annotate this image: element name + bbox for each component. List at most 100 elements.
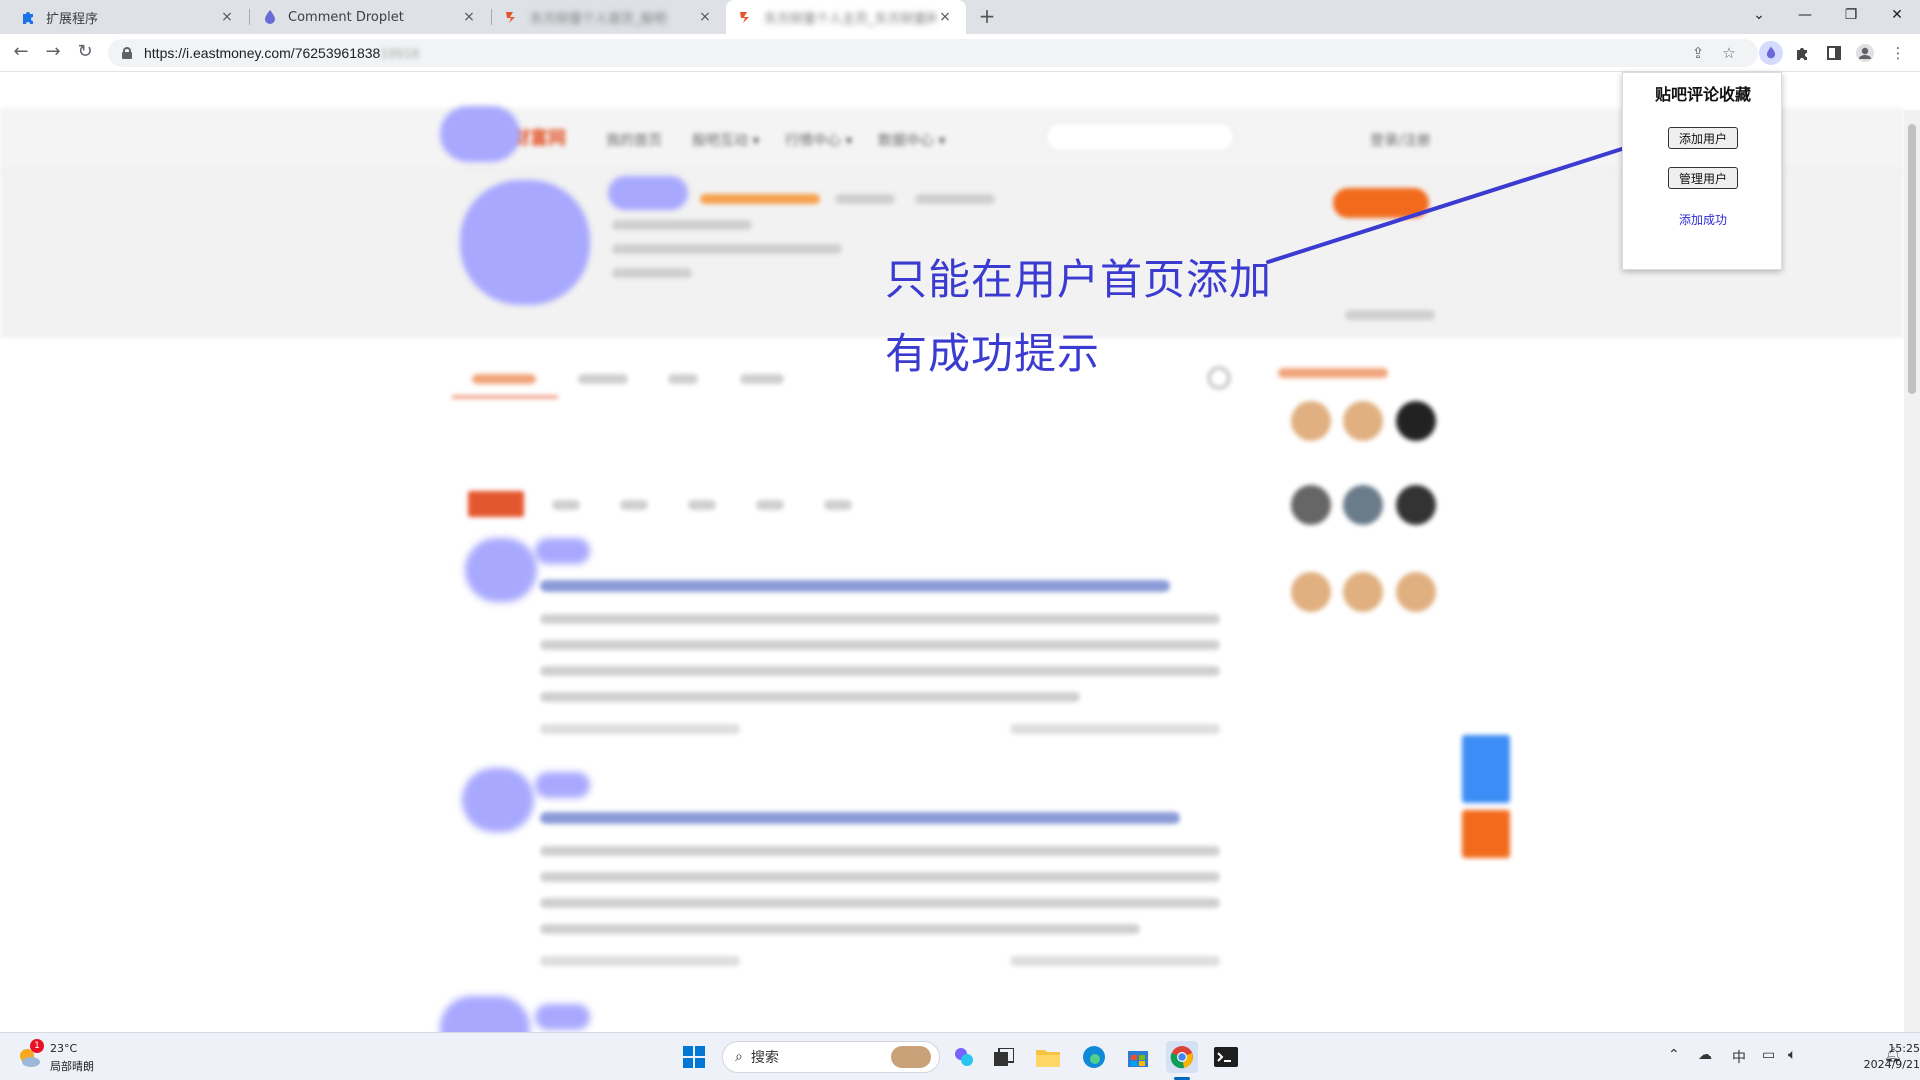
- taskbar-search[interactable]: ⌕ 搜索: [722, 1041, 940, 1073]
- puzzle-icon: [20, 9, 36, 25]
- browser-toolbar: ← → ↻ https://i.eastmoney.com/7625396183…: [0, 34, 1920, 72]
- tab-item[interactable]: [578, 374, 628, 384]
- network-icon[interactable]: ▭: [1762, 1047, 1775, 1063]
- user-avatar[interactable]: [1291, 401, 1331, 441]
- annotation-line-1: 只能在用户首页添加: [885, 255, 1273, 304]
- user-avatar[interactable]: [1396, 572, 1436, 612]
- site-logo[interactable]: 财富网: [512, 124, 566, 150]
- post-avatar: [465, 538, 537, 602]
- tab-strip: 扩展程序 × Comment Droplet × 东方财富个人首页_股吧 × 东…: [0, 0, 1920, 34]
- kebab-menu-icon[interactable]: ⋮: [1888, 43, 1908, 63]
- restore-button[interactable]: ❐: [1828, 0, 1874, 30]
- copilot-icon[interactable]: [948, 1041, 980, 1073]
- post-actions: [1010, 724, 1220, 734]
- filter-option[interactable]: [620, 500, 648, 510]
- onedrive-icon[interactable]: ☁: [1698, 1047, 1712, 1063]
- lock-icon[interactable]: [122, 47, 132, 59]
- post-body: [540, 898, 1220, 908]
- user-avatar[interactable]: [1396, 485, 1436, 525]
- weather-description[interactable]: 局部晴朗: [50, 1058, 94, 1074]
- user-avatar[interactable]: [1343, 485, 1383, 525]
- follow-button[interactable]: [1333, 188, 1429, 218]
- tab-extensions[interactable]: 扩展程序 ×: [8, 0, 248, 34]
- nav-link[interactable]: 数据中心 ▾: [878, 130, 945, 150]
- add-user-button[interactable]: 添加用户: [1668, 127, 1738, 149]
- rating-stars: [700, 194, 820, 204]
- profile-avatar-icon[interactable]: [1855, 43, 1875, 63]
- ime-indicator[interactable]: 中: [1732, 1047, 1746, 1067]
- post-author: [535, 538, 590, 564]
- filter-option[interactable]: [688, 500, 716, 510]
- float-feedback-button[interactable]: [1462, 810, 1510, 858]
- nav-link[interactable]: 我的首页: [606, 130, 662, 150]
- manage-users-button[interactable]: 管理用户: [1668, 167, 1738, 189]
- profile-stat: [612, 244, 842, 254]
- post-title[interactable]: [540, 812, 1180, 824]
- user-avatar[interactable]: [1396, 401, 1436, 441]
- windows-start-icon[interactable]: [678, 1041, 710, 1073]
- close-window-button[interactable]: ✕: [1874, 0, 1920, 30]
- tab-search-button[interactable]: ⌄: [1736, 0, 1782, 30]
- user-avatar[interactable]: [1291, 485, 1331, 525]
- tab-item[interactable]: [740, 374, 784, 384]
- tab-comment-droplet[interactable]: Comment Droplet ×: [250, 0, 490, 34]
- tab-eastmoney-guba[interactable]: 东方财富个人首页_股吧 ×: [492, 0, 726, 34]
- float-service-button[interactable]: [1462, 735, 1510, 803]
- extensions-puzzle-icon[interactable]: [1792, 43, 1812, 63]
- close-icon[interactable]: ×: [218, 9, 236, 25]
- eastmoney-logo-icon: [504, 9, 520, 25]
- user-avatar[interactable]: [1291, 572, 1331, 612]
- close-icon[interactable]: ×: [936, 9, 954, 25]
- tab-eastmoney-profile[interactable]: 东方财富个人主页_东方财富网 ×: [726, 0, 966, 34]
- user-avatar[interactable]: [1343, 572, 1383, 612]
- tab-item[interactable]: [668, 374, 698, 384]
- volume-icon[interactable]: 🔈︎: [1788, 1047, 1796, 1063]
- side-panel-icon[interactable]: [1824, 43, 1844, 63]
- profile-stat: [612, 268, 692, 278]
- nav-link[interactable]: 股吧互动 ▾: [692, 130, 759, 150]
- tab-title: 东方财富个人主页_东方财富网: [764, 11, 936, 27]
- file-explorer-icon[interactable]: [1032, 1041, 1064, 1073]
- login-link[interactable]: 登录/注册: [1370, 130, 1431, 150]
- notification-bell-icon[interactable]: 🔔︎: [1884, 1047, 1902, 1063]
- show-hidden-icons[interactable]: ⌃: [1668, 1047, 1680, 1063]
- filter-all-button[interactable]: [468, 491, 524, 517]
- nav-link[interactable]: 行情中心 ▾: [785, 130, 852, 150]
- close-icon[interactable]: ×: [696, 9, 714, 25]
- profile-stat: [835, 194, 895, 204]
- weather-badge: 1: [30, 1039, 44, 1053]
- filter-option[interactable]: [552, 500, 580, 510]
- weather-temperature[interactable]: 23°C: [50, 1042, 77, 1055]
- task-view-icon[interactable]: [988, 1041, 1020, 1073]
- post-body: [540, 846, 1220, 856]
- back-arrow-icon[interactable]: ←: [10, 42, 32, 64]
- post-author: [535, 1004, 590, 1030]
- comment-droplet-extension-icon[interactable]: [1759, 41, 1783, 65]
- terminal-icon[interactable]: [1210, 1041, 1242, 1073]
- microsoft-store-icon[interactable]: [1122, 1041, 1154, 1073]
- site-search-input[interactable]: [1045, 122, 1235, 152]
- page-scrollbar[interactable]: [1904, 110, 1920, 1032]
- share-icon[interactable]: ⇪: [1688, 43, 1708, 63]
- filter-option[interactable]: [756, 500, 784, 510]
- scrollbar-thumb[interactable]: [1908, 124, 1916, 394]
- filter-option[interactable]: [824, 500, 852, 510]
- success-message: 添加成功: [1678, 213, 1727, 227]
- reload-icon[interactable]: ↻: [74, 42, 96, 64]
- post-title[interactable]: [540, 580, 1170, 592]
- clock-date[interactable]: 2024/9/21: [1810, 1058, 1920, 1071]
- forward-arrow-icon[interactable]: →: [42, 42, 64, 64]
- star-icon[interactable]: ☆: [1719, 43, 1739, 63]
- close-icon[interactable]: ×: [460, 9, 478, 25]
- chrome-icon[interactable]: [1166, 1041, 1198, 1073]
- address-bar[interactable]: https://i.eastmoney.com/7625396183819918: [108, 39, 1758, 67]
- profile-stat: [915, 194, 995, 204]
- tab-title: 扩展程序: [46, 11, 99, 27]
- sidebar-heading: [1278, 368, 1388, 378]
- search-icon[interactable]: [1208, 367, 1230, 389]
- user-avatar[interactable]: [1343, 401, 1383, 441]
- edge-browser-icon[interactable]: [1078, 1041, 1110, 1073]
- minimize-button[interactable]: —: [1782, 0, 1828, 30]
- new-tab-button[interactable]: +: [976, 6, 998, 28]
- tab-posts[interactable]: [472, 374, 536, 384]
